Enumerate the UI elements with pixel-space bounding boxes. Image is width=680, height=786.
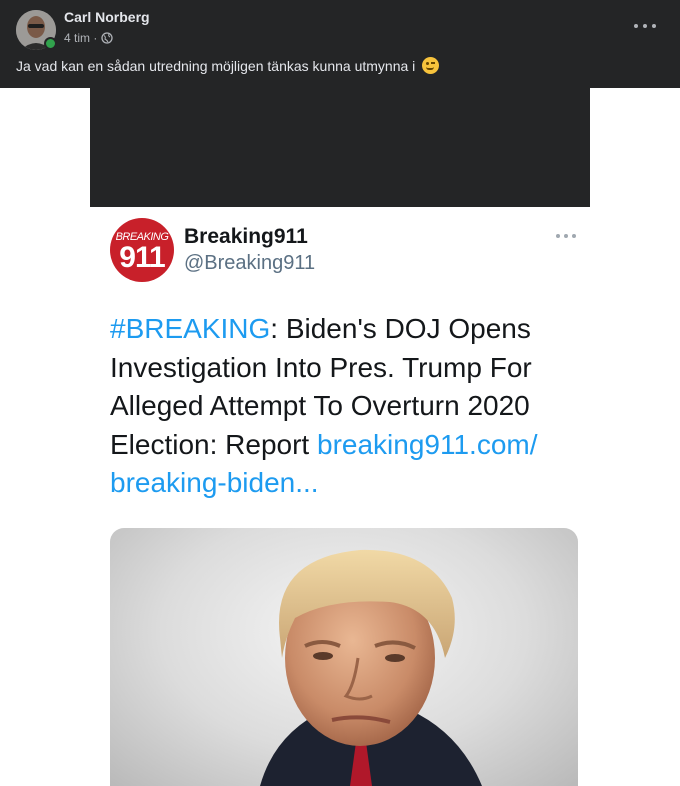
tweet-photo [110,528,578,786]
globe-icon[interactable] [101,32,113,44]
post-meta: 4 tim · [64,31,113,45]
author-name[interactable]: Carl Norberg [64,9,150,25]
post-text: Ja vad kan en sådan utredning möjligen t… [16,57,440,74]
tweet-screenshot[interactable]: BREAKING 911 Breaking911 @Breaking911 #B… [90,207,590,786]
winking-face-emoji-icon [422,57,440,74]
tweet-hashtag: #BREAKING [110,313,271,344]
tweet-account-handle: @Breaking911 [184,252,316,274]
tweet-account-name: Breaking911 [184,225,308,248]
post-header: Carl Norberg 4 tim · Ja vad kan en sådan… [0,0,680,88]
logo-911-text: 911 [119,241,165,274]
more-options-icon[interactable] [634,18,656,34]
portrait-image [260,549,482,786]
post-text-content: Ja vad kan en sådan utredning möjligen t… [16,58,416,74]
tweet-text: #BREAKING: Biden's DOJ Opens Investigati… [110,310,580,503]
image-top-band [90,88,590,207]
post-time[interactable]: 4 tim · [64,31,97,45]
tweet-more-icon [556,234,576,238]
online-status-icon [44,37,57,50]
breaking911-logo: BREAKING 911 [110,218,174,282]
